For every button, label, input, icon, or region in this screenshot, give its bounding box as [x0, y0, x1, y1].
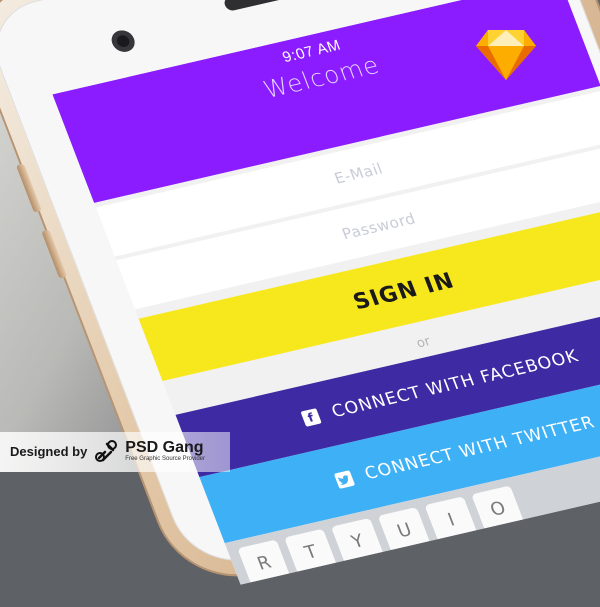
brand-tagline: Free Graphic Source Provider	[125, 456, 205, 462]
brand-block: PSD Gang Free Graphic Source Provider	[125, 439, 205, 463]
app-screen: 9:07 AM Welcome E-Mail Password SIGN IN …	[52, 0, 600, 585]
keyboard-key[interactable]: R	[237, 539, 291, 585]
keyboard-key[interactable]: U	[377, 507, 432, 554]
keyboard-key[interactable]: I	[424, 496, 478, 543]
speaker-grille	[222, 0, 345, 12]
brand-name: PSD Gang	[125, 439, 204, 456]
password-placeholder: Password	[339, 209, 419, 244]
sketch-logo-icon	[476, 30, 536, 80]
front-camera-icon	[108, 28, 138, 54]
keyboard-key[interactable]: O	[471, 485, 525, 533]
phone-body: 9:07 AM Welcome E-Mail Password SIGN IN …	[0, 0, 600, 589]
keyboard-key[interactable]: T	[284, 528, 338, 576]
keyboard-key[interactable]: Y	[330, 517, 385, 565]
phone-face: 9:07 AM Welcome E-Mail Password SIGN IN …	[0, 0, 600, 585]
credit-footer: Designed by PSD Gang Free Graphic Source…	[10, 436, 205, 466]
phone-mockup: 9:07 AM Welcome E-Mail Password SIGN IN …	[0, 0, 600, 607]
volume-button	[41, 229, 68, 279]
sign-in-label: SIGN IN	[349, 268, 458, 315]
designed-by-label: Designed by	[10, 443, 88, 459]
psd-gang-logo-icon	[95, 440, 118, 462]
twitter-icon	[333, 470, 355, 489]
volume-button	[16, 163, 42, 213]
facebook-icon: f	[300, 408, 322, 427]
email-placeholder: E-Mail	[331, 159, 386, 188]
